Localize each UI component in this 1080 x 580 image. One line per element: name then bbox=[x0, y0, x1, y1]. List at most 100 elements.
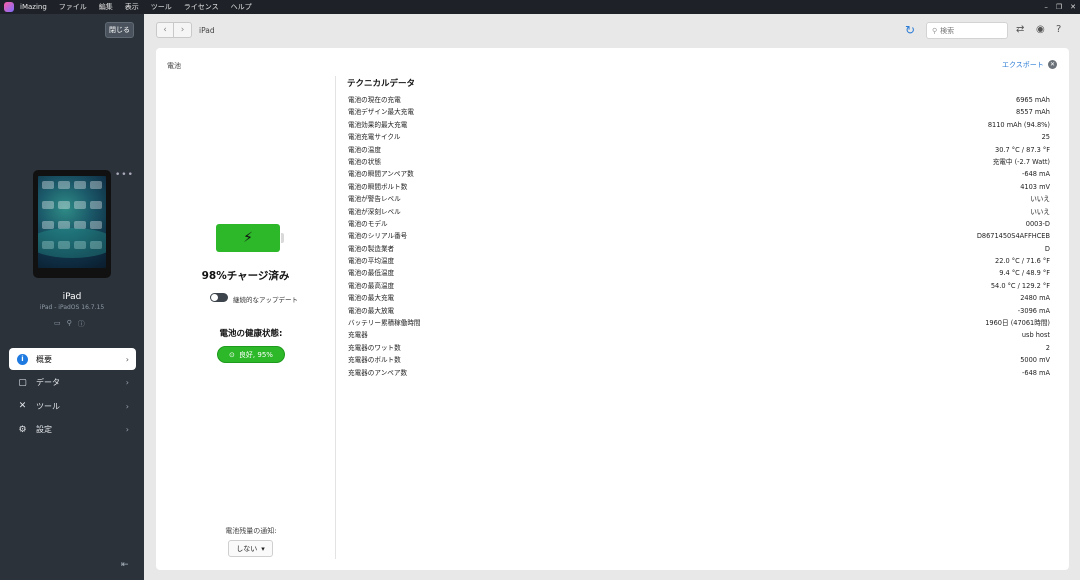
tech-data-row: 電池の瞬間アンペア数 -648 mA bbox=[348, 168, 1050, 180]
battery-cap bbox=[281, 233, 284, 243]
tech-data-key: 電池デザイン最大充電 bbox=[348, 108, 414, 117]
tech-data-value: 8557 mAh bbox=[1016, 108, 1050, 117]
menu-file[interactable]: ファイル bbox=[59, 2, 87, 12]
tech-data-value: D8671450S4AFFHCEB bbox=[976, 232, 1050, 241]
export-link[interactable]: エクスポート bbox=[1002, 60, 1044, 70]
forward-button[interactable]: › bbox=[174, 22, 192, 38]
chevron-right-icon: › bbox=[180, 25, 185, 35]
minimize-icon[interactable]: – bbox=[1044, 3, 1048, 11]
sidebar-item-overview[interactable]: i 概要 › bbox=[9, 348, 136, 370]
continuous-update-toggle[interactable] bbox=[210, 293, 228, 302]
tech-data-row: 電池デザイン最大充電 8557 mAh bbox=[348, 106, 1050, 118]
tech-data-value: -3096 mA bbox=[1017, 306, 1050, 315]
menu-license[interactable]: ライセンス bbox=[184, 2, 219, 12]
menu-view[interactable]: 表示 bbox=[125, 2, 139, 12]
close-button[interactable]: 閉じる bbox=[105, 22, 134, 38]
tech-data-row: 電池の状態 充電中 (-2.7 Watt) bbox=[348, 156, 1050, 168]
tech-data-value: 0003-D bbox=[1025, 219, 1050, 228]
menu-app[interactable]: iMazing bbox=[20, 3, 47, 11]
tech-data-value: D bbox=[1044, 244, 1050, 253]
sidebar-item-label: 設定 bbox=[36, 425, 52, 434]
tech-data-row: 電池の瞬間ボルト数 4103 mV bbox=[348, 181, 1050, 193]
menu-tools[interactable]: ツール bbox=[151, 2, 172, 12]
account-icon[interactable]: ◉ bbox=[1036, 24, 1045, 35]
tech-data-key: 電池の最大充電 bbox=[348, 294, 395, 303]
battery-graphic: ⚡ bbox=[216, 224, 280, 252]
tools-icon: ✕ bbox=[18, 401, 27, 411]
back-button[interactable]: ‹ bbox=[156, 22, 174, 38]
tech-data-row: 電池の最大放電 -3096 mA bbox=[348, 305, 1050, 317]
tech-data-key: 電池が警告レベル bbox=[348, 195, 401, 204]
tech-data-list: 電池の現在の充電 6965 mAh 電池デザイン最大充電 8557 mAh 電池効果的最… bbox=[348, 94, 1050, 379]
sidebar-item-data[interactable]: ▢ データ › bbox=[9, 372, 136, 394]
close-window-icon[interactable]: ✕ bbox=[1070, 3, 1076, 11]
chevron-down-icon: ▾ bbox=[261, 544, 265, 553]
history-nav: ‹ › bbox=[156, 22, 192, 38]
tech-data-value: 5000 mV bbox=[1020, 356, 1050, 365]
tech-data-row: 充電器のアンペア数 -648 mA bbox=[348, 367, 1050, 379]
divider bbox=[335, 76, 336, 559]
tech-data-row: バッテリー累積稼働時間 1960日 (47061時間) bbox=[348, 317, 1050, 329]
tech-data-key: 電池の瞬間アンペア数 bbox=[348, 170, 414, 179]
device-subtitle: iPad - iPadOS 16.7.15 bbox=[39, 304, 105, 311]
panel-title: 電池 bbox=[167, 62, 181, 70]
tech-data-value: 4103 mV bbox=[1020, 182, 1050, 191]
close-panel-icon[interactable]: ✕ bbox=[1048, 60, 1057, 69]
tech-data-key: 電池充電サイクル bbox=[348, 133, 401, 142]
restore-icon[interactable]: ❐ bbox=[1056, 3, 1062, 11]
tech-data-value: いいえ bbox=[1030, 207, 1050, 216]
tech-data-value: 54.0 °C / 129.2 °F bbox=[990, 281, 1050, 290]
tech-data-row: 電池効果的最大充電 8110 mAh (94.8%) bbox=[348, 119, 1050, 131]
tech-data-row: 充電器のワット数 2 bbox=[348, 342, 1050, 354]
menu-edit[interactable]: 編集 bbox=[99, 2, 113, 12]
tech-data-value: 22.0 °C / 71.6 °F bbox=[995, 257, 1050, 266]
device-name: iPad bbox=[62, 292, 82, 302]
tech-data-value: -648 mA bbox=[1022, 368, 1050, 377]
search-input[interactable] bbox=[940, 26, 1001, 35]
search-box[interactable]: ⚲ bbox=[926, 22, 1008, 39]
refresh-icon[interactable]: ↻ bbox=[905, 23, 915, 37]
info-small-icon[interactable]: ⓘ bbox=[78, 319, 85, 329]
sidebar: 閉じる ••• iPad iPad - iPadOS 16.7.15 ▭ ⚲ ⓘ… bbox=[0, 14, 144, 580]
usb-icon: ⚲ bbox=[66, 319, 72, 327]
tech-data-row: 電池の製造業者 D bbox=[348, 243, 1050, 255]
menu-help[interactable]: ヘルプ bbox=[231, 2, 252, 12]
device-image bbox=[33, 170, 111, 278]
tech-data-value: 9.4 °C / 48.9 °F bbox=[999, 269, 1050, 278]
tech-data-key: 電池の温度 bbox=[348, 145, 381, 154]
tech-data-value: 2480 mA bbox=[1020, 294, 1050, 303]
device-status-icons: ▭ ⚲ ⓘ bbox=[54, 319, 85, 329]
tech-data-row: 電池のシリアル番号 D8671450S4AFFHCEB bbox=[348, 230, 1050, 242]
info-icon: i bbox=[17, 353, 28, 365]
tech-data-row: 電池充電サイクル 25 bbox=[348, 131, 1050, 143]
chevron-right-icon: › bbox=[125, 425, 129, 434]
continuous-update-label: 継続的なアップデート bbox=[233, 296, 298, 304]
help-icon[interactable]: ? bbox=[1056, 24, 1061, 35]
tech-data-key: 電池の現在の充電 bbox=[348, 96, 401, 104]
sidebar-item-label: データ bbox=[36, 378, 60, 387]
health-value: 良好, 95% bbox=[238, 350, 273, 359]
breadcrumb: iPad bbox=[199, 26, 215, 35]
sidebar-item-tools[interactable]: ✕ ツール › bbox=[9, 395, 136, 417]
collapse-sidebar-icon[interactable]: ⇤ bbox=[121, 560, 129, 570]
tech-data-key: 充電器のワット数 bbox=[348, 343, 401, 352]
tech-data-key: 電池のシリアル番号 bbox=[348, 232, 408, 241]
tech-data-key: 充電器のアンペア数 bbox=[348, 368, 408, 377]
tech-data-row: 電池が深刻レベル いいえ bbox=[348, 206, 1050, 218]
notify-dropdown[interactable]: しない ▾ bbox=[228, 540, 273, 557]
menu-bar: iMazing ファイル 編集 表示 ツール ライセンス ヘルプ – ❐ ✕ bbox=[0, 0, 1080, 14]
chevron-right-icon: › bbox=[125, 378, 129, 387]
sidebar-nav: i 概要 › ▢ データ › ✕ ツール › ⚙ 設定 › bbox=[9, 348, 136, 442]
tech-data-row: 電池の平均温度 22.0 °C / 71.6 °F bbox=[348, 255, 1050, 267]
window-controls: – ❐ ✕ bbox=[1044, 0, 1076, 14]
data-icon: ▢ bbox=[18, 377, 27, 388]
transfer-icon[interactable]: ⇄ bbox=[1016, 24, 1024, 35]
tech-data-key: バッテリー累積稼働時間 bbox=[348, 319, 421, 328]
tech-data-row: 電池の最大充電 2480 mA bbox=[348, 292, 1050, 304]
health-badge: ⊙ 良好, 95% bbox=[217, 346, 285, 363]
search-icon: ⚲ bbox=[932, 26, 938, 35]
device-more-icon[interactable]: ••• bbox=[115, 170, 134, 180]
chevron-right-icon: › bbox=[125, 401, 129, 411]
sidebar-item-settings[interactable]: ⚙ 設定 › bbox=[9, 419, 136, 441]
tech-data-row: 充電器のボルト数 5000 mV bbox=[348, 354, 1050, 366]
